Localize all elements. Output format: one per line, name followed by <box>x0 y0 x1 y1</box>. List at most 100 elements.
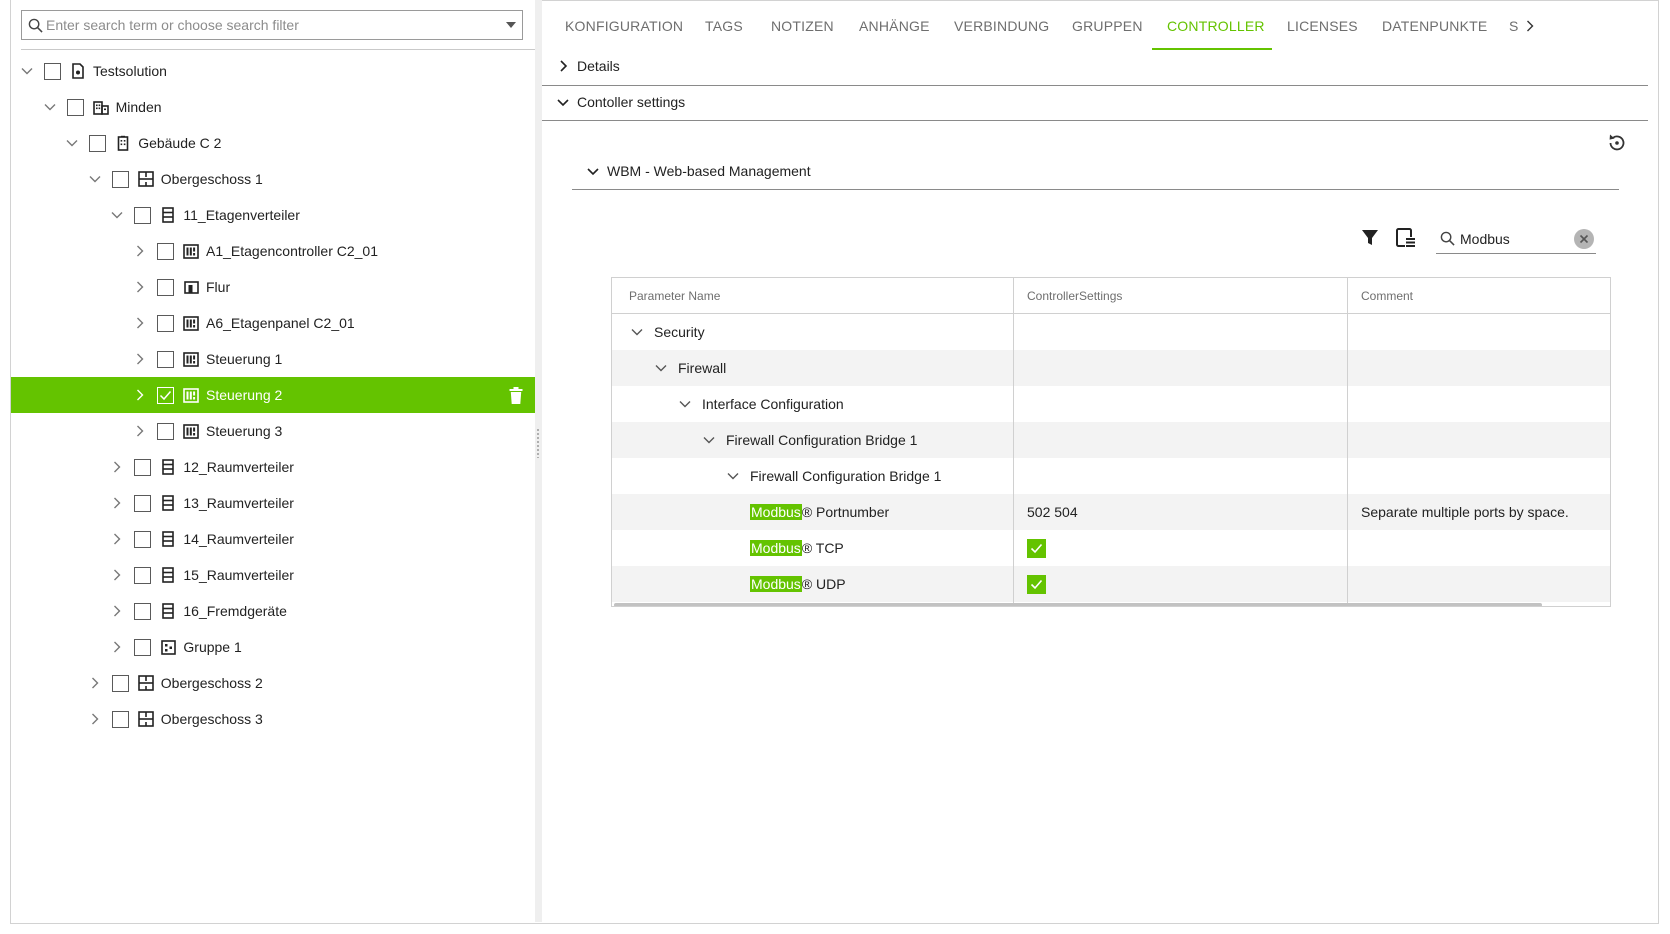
tree-node[interactable]: 11_Etagenverteiler <box>11 197 535 233</box>
tree-node[interactable]: 16_Fremdgeräte <box>11 593 535 629</box>
tab-licenses[interactable]: LICENSES <box>1287 18 1358 34</box>
tab-datenpunkte[interactable]: DATENPUNKTE <box>1382 18 1487 34</box>
chevron-down-icon[interactable] <box>500 22 522 28</box>
tree-node[interactable]: Steuerung 1 <box>11 341 535 377</box>
tab-s[interactable]: S <box>1509 18 1518 34</box>
column-settings-icon[interactable] <box>1394 226 1418 250</box>
tree-node-checkbox[interactable] <box>134 530 152 548</box>
chevron-down-icon[interactable] <box>678 397 692 411</box>
tab-controller[interactable]: CONTROLLER <box>1167 18 1265 34</box>
tree-node[interactable]: 14_Raumverteiler <box>11 521 535 557</box>
controller-settings-cell[interactable]: 502 504 <box>1027 494 1078 530</box>
chevron-down-icon[interactable] <box>702 433 716 447</box>
column-header-parameter-name[interactable]: Parameter Name <box>629 278 720 313</box>
tree-node-checkbox[interactable] <box>134 494 152 512</box>
chevron-right-icon[interactable] <box>109 603 125 619</box>
tree-node-checkbox[interactable] <box>157 242 174 260</box>
wbm-section-header[interactable]: WBM - Web-based Management <box>585 154 811 188</box>
tree-node-checkbox[interactable] <box>134 638 152 656</box>
chevron-down-icon[interactable] <box>87 171 103 187</box>
tree-node-checkbox[interactable] <box>111 710 129 728</box>
tree-node-checkbox[interactable] <box>44 62 61 80</box>
tree-node[interactable]: Testsolution <box>11 53 535 89</box>
tree-node[interactable]: Gebäude C 2 <box>11 125 535 161</box>
table-row[interactable]: Firewall <box>612 350 1610 386</box>
chevron-right-icon[interactable] <box>132 315 148 331</box>
tree-node-checkbox[interactable] <box>157 350 174 368</box>
enabled-checkbox[interactable] <box>1027 538 1046 558</box>
chevron-right-icon[interactable] <box>132 423 148 439</box>
chevron-right-icon[interactable] <box>109 531 125 547</box>
table-search-input[interactable] <box>1458 229 1574 248</box>
reset-history-icon[interactable] <box>1605 131 1629 155</box>
trash-icon[interactable] <box>508 386 524 404</box>
table-row[interactable]: Security <box>612 314 1610 350</box>
enabled-checkbox[interactable] <box>1027 574 1046 594</box>
chevron-right-icon[interactable] <box>87 711 103 727</box>
tree-node-checkbox[interactable] <box>134 602 152 620</box>
column-header-comment[interactable]: Comment <box>1361 278 1413 313</box>
table-row[interactable]: Modbus ® TCP <box>612 530 1610 566</box>
controller-settings-cell[interactable] <box>1027 530 1046 566</box>
tree-node[interactable]: Obergeschoss 3 <box>11 701 535 737</box>
chevron-down-icon[interactable] <box>654 361 668 375</box>
chevron-down-icon[interactable] <box>19 63 35 79</box>
chevron-down-icon[interactable] <box>726 469 740 483</box>
tree-node[interactable]: Obergeschoss 2 <box>11 665 535 701</box>
tree-node[interactable]: Minden <box>11 89 535 125</box>
tree-node-checkbox[interactable] <box>111 170 129 188</box>
parameter-value[interactable]: 502 504 <box>1027 504 1078 520</box>
column-divider[interactable] <box>1347 278 1348 606</box>
chevron-right-icon[interactable] <box>132 351 148 367</box>
chevron-right-icon[interactable] <box>87 675 103 691</box>
filter-icon[interactable] <box>1358 226 1382 250</box>
tree-node[interactable]: Steuerung 2 <box>11 377 535 413</box>
details-section-header[interactable]: Details <box>555 49 620 83</box>
tree-node-checkbox[interactable] <box>66 98 84 116</box>
tree-node[interactable]: A6_Etagenpanel C2_01 <box>11 305 535 341</box>
tree-node[interactable]: 15_Raumverteiler <box>11 557 535 593</box>
table-row[interactable]: Interface Configuration <box>612 386 1610 422</box>
tab-tags[interactable]: TAGS <box>705 18 743 34</box>
horizontal-scrollbar[interactable] <box>614 603 1542 606</box>
chevron-down-icon[interactable] <box>42 99 58 115</box>
clear-search-icon[interactable] <box>1574 228 1594 249</box>
tab-konfiguration[interactable]: KONFIGURATION <box>565 18 683 34</box>
controller-settings-section-header[interactable]: Contoller settings <box>555 85 685 119</box>
tree-search-input[interactable] <box>45 16 500 34</box>
chevron-down-icon[interactable] <box>630 325 644 339</box>
chevron-right-icon[interactable] <box>132 279 148 295</box>
chevron-down-icon[interactable] <box>64 135 80 151</box>
table-row[interactable]: Modbus ® UDP <box>612 566 1610 602</box>
tree-node-checkbox[interactable] <box>157 278 174 296</box>
tree-node-checkbox[interactable] <box>111 674 129 692</box>
column-header-controller-settings[interactable]: ControllerSettings <box>1027 278 1122 313</box>
tab-notizen[interactable]: NOTIZEN <box>771 18 834 34</box>
tab-anh-nge[interactable]: ANHÄNGE <box>859 18 930 34</box>
tab-gruppen[interactable]: GRUPPEN <box>1072 18 1143 34</box>
tabs-scroll-right-icon[interactable] <box>1520 16 1540 36</box>
tree-node-checkbox[interactable] <box>157 314 174 332</box>
controller-settings-cell[interactable] <box>1027 566 1046 602</box>
table-search-box[interactable] <box>1436 224 1596 254</box>
chevron-right-icon[interactable] <box>132 387 148 403</box>
chevron-right-icon[interactable] <box>109 495 125 511</box>
tree-node[interactable]: 13_Raumverteiler <box>11 485 535 521</box>
chevron-right-icon[interactable] <box>109 459 125 475</box>
panel-splitter[interactable] <box>535 0 542 922</box>
tree-node-checkbox[interactable] <box>157 386 174 404</box>
table-row[interactable]: Modbus ® Portnumber 502 504 Separate mult… <box>612 494 1610 530</box>
tree-node-checkbox[interactable] <box>134 566 152 584</box>
chevron-down-icon[interactable] <box>109 207 125 223</box>
tree-search-box[interactable] <box>21 10 523 40</box>
chevron-right-icon[interactable] <box>109 639 125 655</box>
tab-verbindung[interactable]: VERBINDUNG <box>954 18 1049 34</box>
chevron-right-icon[interactable] <box>132 243 148 259</box>
table-row[interactable]: Firewall Configuration Bridge 1 <box>612 458 1610 494</box>
tree-node[interactable]: Flur <box>11 269 535 305</box>
table-row[interactable]: Firewall Configuration Bridge 1 <box>612 422 1610 458</box>
tree-node[interactable]: Gruppe 1 <box>11 629 535 665</box>
tree-node-checkbox[interactable] <box>157 422 174 440</box>
tree-node[interactable]: 12_Raumverteiler <box>11 449 535 485</box>
tree-node[interactable]: Steuerung 3 <box>11 413 535 449</box>
